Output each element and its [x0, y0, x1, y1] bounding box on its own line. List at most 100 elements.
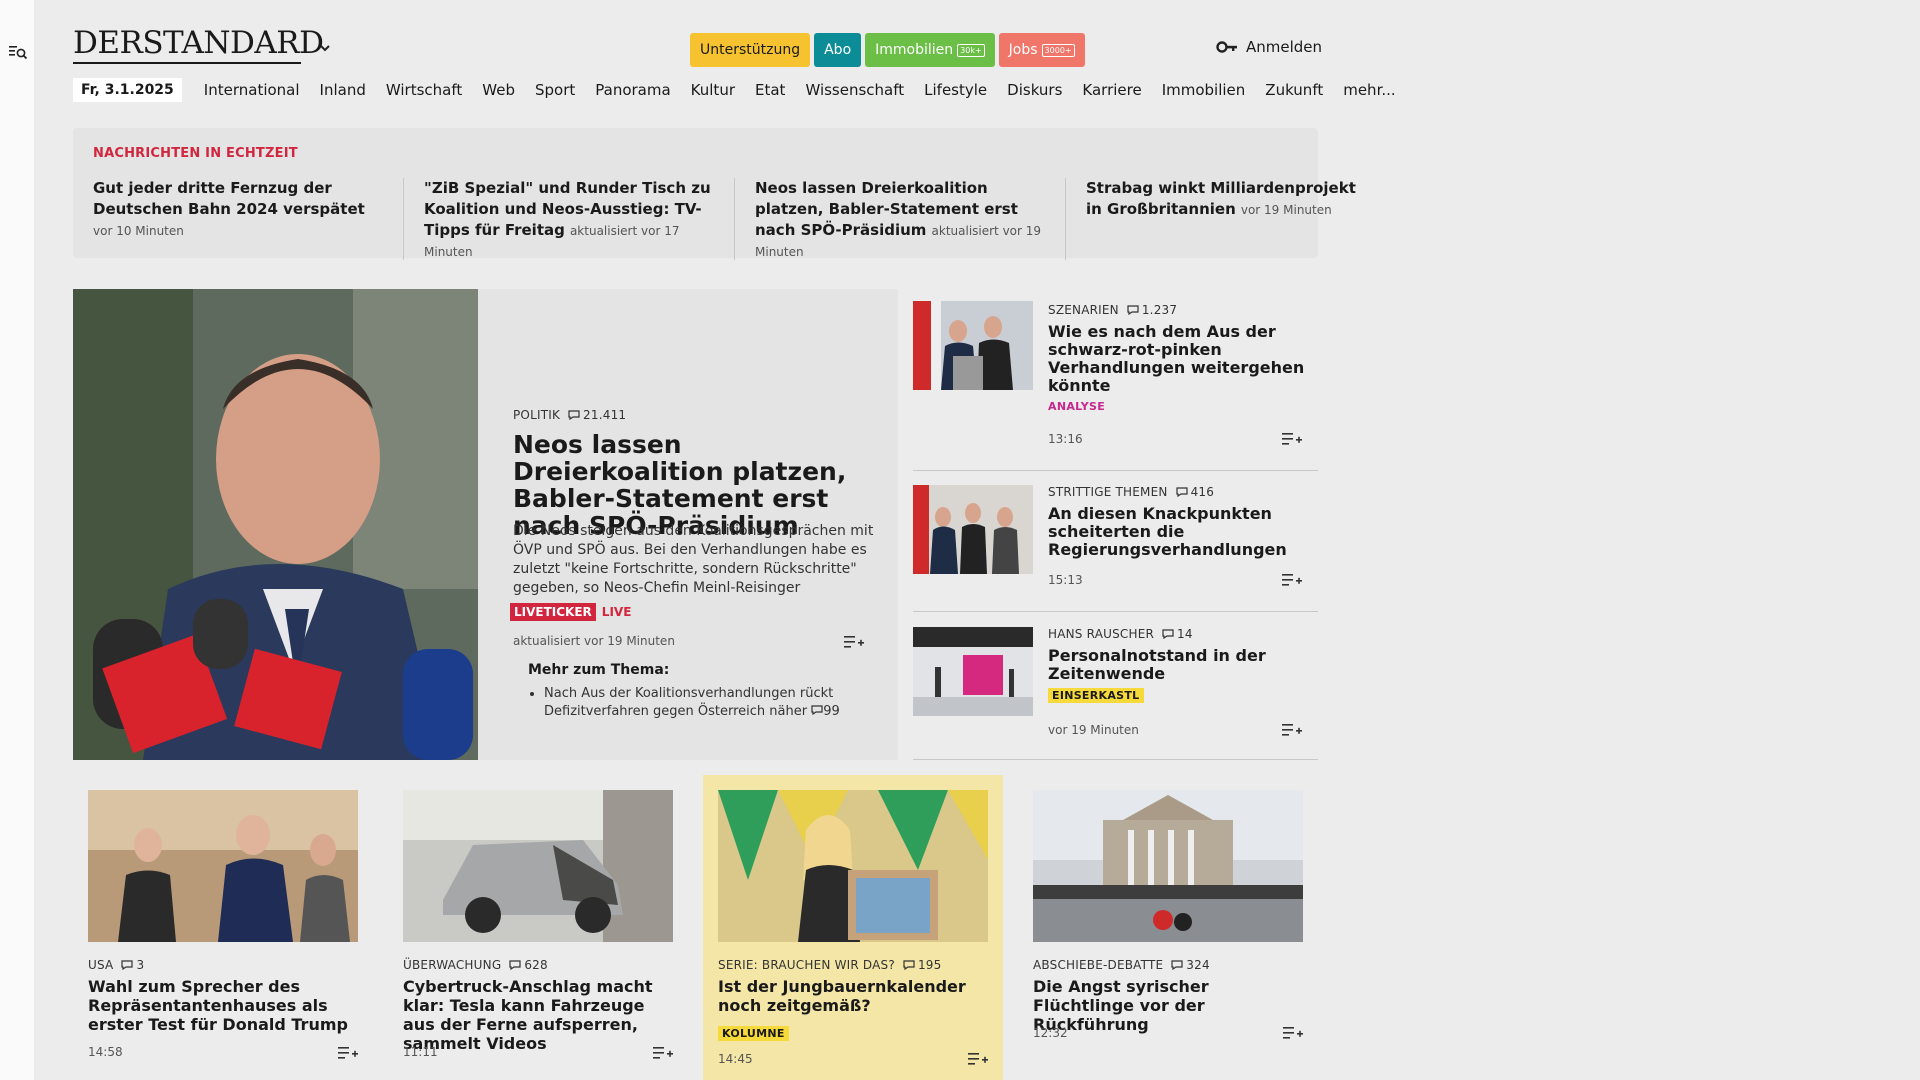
jobs-label: Jobs: [1008, 42, 1038, 58]
side-story[interactable]: HANS RAUSCHER 14 Personalnotstand in der…: [913, 612, 1318, 760]
menu-search-icon[interactable]: [8, 42, 28, 62]
nav-item-karriere[interactable]: Karriere: [1072, 81, 1151, 99]
comment-count[interactable]: 3: [121, 958, 144, 972]
story-card[interactable]: ABSCHIEBE-DEBATTE 324 Die Angst syrische…: [1018, 775, 1318, 1080]
live-news-ticker: NACHRICHTEN IN ECHTZEIT Gut jeder dritte…: [73, 128, 1356, 260]
add-to-playlist-icon[interactable]: [338, 1046, 358, 1060]
nav-item-more[interactable]: mehr...: [1333, 81, 1405, 99]
comment-count-value: 195: [917, 958, 942, 972]
story-card-category: SERIE: BRAUCHEN WIR DAS?: [718, 958, 895, 972]
story-card-image: [88, 790, 358, 942]
side-story[interactable]: STRITTIGE THEMEN 416 An diesen Knackpunk…: [913, 471, 1318, 612]
side-story-image: [913, 485, 1033, 574]
ticker-item-time: vor 19 Minuten: [1240, 203, 1332, 217]
comment-icon: [1127, 305, 1139, 315]
left-rail: [0, 0, 34, 1080]
nav-item-wirtschaft[interactable]: Wirtschaft: [376, 81, 472, 99]
lead-timestamp: aktualisiert vor 19 Minuten: [513, 634, 675, 648]
side-story-time: 13:16: [1048, 432, 1083, 446]
service-pills: Unterstützung Abo Immobilien 30k+ Jobs 300…: [690, 33, 1085, 67]
nav-item-inland[interactable]: Inland: [310, 81, 376, 99]
comment-count[interactable]: 1.237: [1127, 303, 1177, 317]
story-card-time: 14:45: [718, 1052, 753, 1066]
add-to-playlist-icon[interactable]: [1282, 723, 1302, 737]
nav-item-sport[interactable]: Sport: [525, 81, 585, 99]
comment-count-value: 1.237: [1141, 303, 1178, 317]
nav-item-kultur[interactable]: Kultur: [681, 81, 745, 99]
nav-item-lifestyle[interactable]: Lifestyle: [914, 81, 997, 99]
story-card-category: ÜBERWACHUNG: [403, 958, 502, 972]
support-button[interactable]: Unterstützung: [690, 33, 811, 67]
login-label: Anmelden: [1246, 38, 1323, 56]
comment-count[interactable]: 21.411: [568, 408, 626, 422]
comment-count[interactable]: 628: [509, 958, 548, 972]
side-story-meta: HANS RAUSCHER 14: [1048, 627, 1308, 641]
side-story-image: [913, 301, 1033, 390]
support-label: Unterstützung: [700, 42, 801, 58]
comment-count[interactable]: 14: [1162, 627, 1193, 641]
side-story-image: [913, 627, 1033, 716]
comment-count-value: 14: [1177, 627, 1193, 641]
lead-story-image[interactable]: [73, 289, 478, 760]
nav-item-zukunft[interactable]: Zukunft: [1255, 81, 1333, 99]
ticker-item[interactable]: Neos lassen Dreierkoalition platzen, Bab…: [755, 178, 1066, 260]
more-topic-link[interactable]: Nach Aus der Koalitionsverhandlungen rüc…: [544, 685, 874, 721]
comment-count-value: 416: [1190, 485, 1215, 499]
side-story-title: Personalnotstand in der Zeitenwende: [1048, 646, 1266, 683]
story-card-image: [718, 790, 988, 942]
comment-count[interactable]: 195: [903, 958, 942, 972]
story-card-meta: ABSCHIEBE-DEBATTE 324: [1033, 958, 1210, 972]
abo-button[interactable]: Abo: [814, 33, 862, 67]
side-story-category: STRITTIGE THEMEN: [1048, 485, 1168, 499]
story-card-title: Ist der Jungbauernkalender noch zeitgemä…: [718, 977, 966, 1015]
comment-icon: [811, 705, 823, 716]
comment-count-value: 99: [823, 704, 840, 719]
chevron-down-icon[interactable]: [318, 41, 332, 55]
more-topic-heading: Mehr zum Thema:: [528, 662, 670, 678]
add-to-playlist-icon[interactable]: [653, 1046, 673, 1060]
comment-count-value: 3: [136, 958, 145, 972]
story-card-meta: ÜBERWACHUNG 628: [403, 958, 548, 972]
ticker-item-title: Gut jeder dritte Fernzug der Deutschen B…: [93, 179, 365, 218]
comment-icon: [121, 960, 134, 970]
nav-item-international[interactable]: International: [194, 81, 310, 99]
add-to-playlist-icon[interactable]: [844, 635, 864, 649]
login-button[interactable]: Anmelden: [1216, 38, 1322, 56]
nav-item-panorama[interactable]: Panorama: [585, 81, 680, 99]
add-to-playlist-icon[interactable]: [1282, 573, 1302, 587]
comment-icon: [1162, 629, 1174, 639]
ticker-item-time: vor 10 Minuten: [93, 224, 184, 238]
story-card-time: 12:32: [1033, 1026, 1068, 1040]
lead-story: POLITIK 21.411 Neos lassen Dreierkoaliti…: [478, 289, 898, 760]
nav-item-wissenschaft[interactable]: Wissenschaft: [795, 81, 914, 99]
nav-item-etat[interactable]: Etat: [745, 81, 795, 99]
lead-category: POLITIK: [513, 408, 561, 422]
key-icon: [1216, 41, 1237, 53]
comment-count[interactable]: 416: [1175, 485, 1215, 499]
comment-icon: [1171, 960, 1183, 970]
liveticker-badge: LIVETICKER: [510, 603, 596, 621]
ticker-item[interactable]: "ZiB Spezial" und Runder Tisch zu Koalit…: [424, 178, 735, 260]
nav-item-diskurs[interactable]: Diskurs: [997, 81, 1072, 99]
story-card[interactable]: SERIE: BRAUCHEN WIR DAS? 195 Ist der Jun…: [703, 775, 1003, 1080]
add-to-playlist-icon[interactable]: [1283, 1026, 1303, 1040]
comment-count[interactable]: 324: [1171, 958, 1210, 972]
jobs-count-badge: 3000+: [1041, 43, 1075, 57]
nav-item-web[interactable]: Web: [472, 81, 525, 99]
side-story[interactable]: SZENARIEN 1.237 Wie es nach dem Aus der …: [913, 289, 1318, 471]
comment-icon: [903, 960, 915, 970]
story-card-time: 11:11: [403, 1045, 438, 1059]
add-to-playlist-icon[interactable]: [1282, 432, 1302, 446]
ticker-item[interactable]: Gut jeder dritte Fernzug der Deutschen B…: [93, 178, 404, 260]
add-to-playlist-icon[interactable]: [968, 1052, 988, 1066]
site-logo[interactable]: DERSTANDARD: [73, 28, 324, 59]
side-story-category: SZENARIEN: [1048, 303, 1119, 317]
immobilien-button[interactable]: Immobilien 30k+: [865, 33, 995, 67]
story-card[interactable]: ÜBERWACHUNG 628 Cybertruck-Anschlag mach…: [388, 775, 688, 1080]
comment-count-value: 628: [524, 958, 548, 972]
ticker-item[interactable]: Strabag winkt Milliardenprojekt in Großb…: [1086, 178, 1396, 260]
jobs-button[interactable]: Jobs 3000+: [998, 33, 1085, 67]
lead-teaser: Die Neos steigen aus den Koalitionsgespr…: [513, 523, 874, 596]
story-card[interactable]: USA 3 Wahl zum Sprecher des Repräsentant…: [73, 775, 373, 1080]
nav-item-immobilien[interactable]: Immobilien: [1152, 81, 1256, 99]
